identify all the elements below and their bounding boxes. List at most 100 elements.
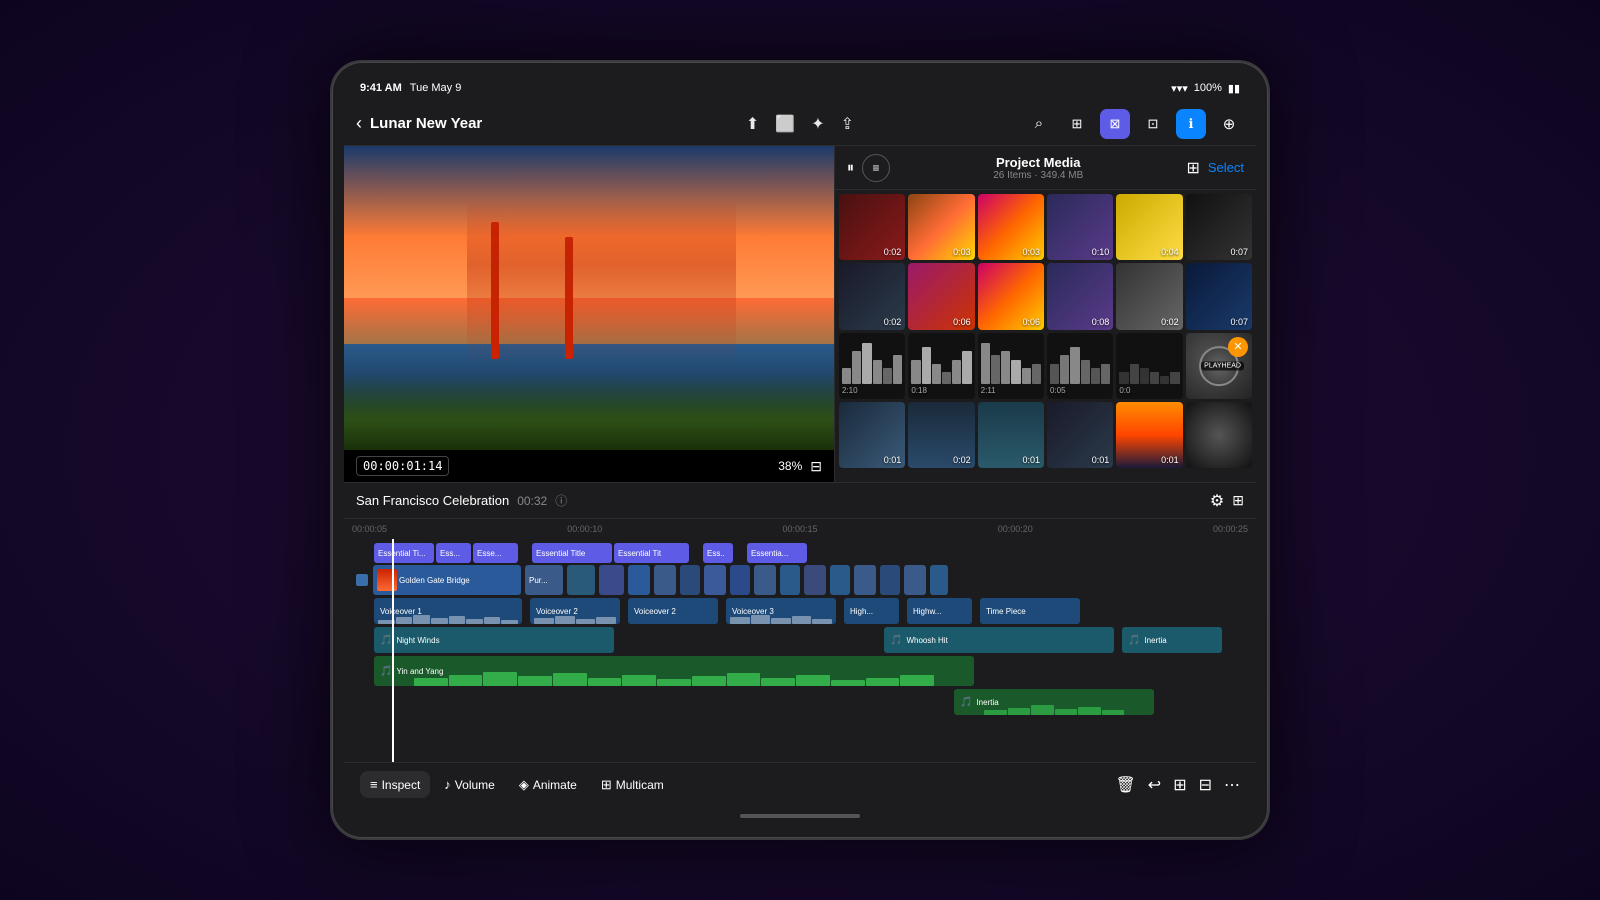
title-clip[interactable]: Essential Ti... (374, 543, 434, 563)
media-select-button[interactable]: Select (1208, 160, 1244, 175)
video-clip[interactable] (730, 565, 750, 595)
video-clip[interactable] (930, 565, 948, 595)
media-thumb[interactable]: 0:06 (978, 263, 1044, 329)
media-thumb[interactable]: 2:11 (978, 333, 1044, 399)
inspect-button[interactable]: ≡ Inspect (360, 771, 430, 798)
timeline-adjust-button[interactable]: ⚙ (1210, 491, 1224, 511)
media-thumb[interactable]: 0:07 (1186, 263, 1252, 329)
remove-track-button[interactable]: ⊟ (1199, 775, 1212, 795)
back-button[interactable]: ‹ (356, 113, 362, 134)
magic-button[interactable]: ✦ (811, 114, 824, 134)
timeline-settings-button[interactable]: ⊞ (1232, 492, 1244, 509)
audio-clip[interactable]: Voiceover 2 (530, 598, 620, 624)
media-thumb[interactable]: 2:10 (839, 333, 905, 399)
media-thumb[interactable]: 0:02 (908, 402, 974, 468)
media-filter-button[interactable]: ≡ (862, 154, 890, 182)
media-thumb[interactable]: 0:02 (839, 194, 905, 260)
audio-clip[interactable]: 🎵 Whoosh Hit (884, 627, 1114, 653)
video-clip[interactable] (880, 565, 900, 595)
inspect-icon: ≡ (370, 777, 378, 792)
ruler-mark: 00:00:15 (782, 524, 817, 534)
video-clip[interactable] (754, 565, 776, 595)
audio-clip[interactable]: 🎵 Inertia (1122, 627, 1222, 653)
video-clip[interactable] (654, 565, 676, 595)
video-clip[interactable] (567, 565, 595, 595)
audio-clip[interactable]: 🎵 Inertia (954, 689, 1154, 715)
more-options-button[interactable]: ⋯ (1224, 775, 1240, 795)
audio-clip[interactable]: Voiceover 3 (726, 598, 836, 624)
media-thumb[interactable]: 0:05 (1047, 333, 1113, 399)
media-thumb[interactable]: 0:03 (908, 194, 974, 260)
audio-clip[interactable]: 🎵 Night Winds (374, 627, 614, 653)
video-clip[interactable]: Pur... (525, 565, 563, 595)
title-clip[interactable]: Essential Title (532, 543, 612, 563)
media-thumb-dial[interactable]: PLAYHEAD ✕ (1186, 333, 1252, 399)
media-thumb[interactable]: 0:10 (1047, 194, 1113, 260)
animate-button[interactable]: ◈ Animate (509, 771, 587, 799)
zoom-icon[interactable]: ⊟ (810, 458, 822, 475)
media-thumb[interactable]: 0:03 (978, 194, 1044, 260)
title-clip[interactable]: Esse... (473, 543, 518, 563)
export-button[interactable]: ⇪ (841, 114, 854, 134)
video-clip[interactable] (704, 565, 726, 595)
audio-clip[interactable]: Time Piece (980, 598, 1080, 624)
media-thumb[interactable]: 0:01 (839, 402, 905, 468)
media-grid-button[interactable]: ⊞ (1186, 158, 1199, 178)
audio-clip[interactable]: Voiceover 1 (374, 598, 522, 624)
layout-button[interactable]: ⊞ (1062, 109, 1092, 139)
media-thumb[interactable]: 0:01 (1116, 402, 1182, 468)
share-button[interactable]: ⬆ (746, 114, 759, 134)
video-clip[interactable] (780, 565, 800, 595)
voiceover-track: Voiceover 1 (352, 598, 1248, 624)
media-browser-button[interactable]: ⊡ (1138, 109, 1168, 139)
trash-button[interactable]: 🗑 (1115, 775, 1135, 795)
volume-button[interactable]: ♪ Volume (434, 771, 505, 798)
media-thumb[interactable]: 0:08 (1047, 263, 1113, 329)
title-clip[interactable]: Ess.. (703, 543, 733, 563)
timeline-info-button[interactable]: ⓘ (555, 492, 567, 509)
status-date: Tue May 9 (410, 82, 462, 94)
search-button[interactable]: ⌕ (1024, 109, 1054, 139)
video-track: Golden Gate Bridge Pur... (352, 565, 1248, 595)
audio-clip[interactable]: Voiceover 2 (628, 598, 718, 624)
media-thumb[interactable]: 0:04 (1116, 194, 1182, 260)
add-track-button[interactable]: ⊞ (1173, 775, 1186, 795)
video-clip[interactable] (628, 565, 650, 595)
audio-clip[interactable]: 🎵 Yin and Yang (374, 656, 974, 686)
battery-icon: ▮▮ (1228, 82, 1240, 95)
media-thumb[interactable]: 0:01 (978, 402, 1044, 468)
audio-clip[interactable]: Highw... (907, 598, 972, 624)
media-thumb[interactable] (1186, 402, 1252, 468)
media-thumb[interactable]: 0:18 (908, 333, 974, 399)
video-preview: 00:00:01:14 38% ⊟ (344, 146, 834, 482)
media-thumb[interactable]: 0:0 (1116, 333, 1182, 399)
media-thumb[interactable]: 0:06 (908, 263, 974, 329)
title-clip[interactable]: Ess... (436, 543, 471, 563)
multicam-button[interactable]: ⊞ Multicam (591, 771, 674, 799)
media-pause-button[interactable]: ⏸ (847, 159, 854, 176)
clip-label: Time Piece (986, 607, 1026, 616)
info-button[interactable]: ℹ (1176, 109, 1206, 139)
photos-button[interactable]: ⊠ (1100, 109, 1130, 139)
video-clip[interactable] (804, 565, 826, 595)
media-thumb[interactable]: 0:02 (839, 263, 905, 329)
timeline-tracks[interactable]: Essential Ti... Ess... Esse... Essential… (344, 539, 1256, 762)
more-button[interactable]: ⊕ (1214, 109, 1244, 139)
dial-close-button[interactable]: ✕ (1228, 337, 1248, 357)
video-clip[interactable] (830, 565, 850, 595)
timeline-area: San Francisco Celebration 00:32 ⓘ ⚙ ⊞ 00… (344, 482, 1256, 762)
media-title: Project Media (993, 155, 1083, 170)
camera-button[interactable]: ⬜ (775, 114, 795, 134)
media-thumb[interactable]: 0:01 (1047, 402, 1113, 468)
video-clip[interactable] (680, 565, 700, 595)
video-clip[interactable] (854, 565, 876, 595)
media-thumb[interactable]: 0:07 (1186, 194, 1252, 260)
undo-button[interactable]: ↩ (1148, 775, 1161, 795)
video-clip[interactable]: Golden Gate Bridge (373, 565, 521, 595)
video-clip[interactable] (904, 565, 926, 595)
title-clip[interactable]: Essential Tit (614, 543, 689, 563)
media-thumb[interactable]: 0:02 (1116, 263, 1182, 329)
video-clip[interactable] (599, 565, 624, 595)
title-clip[interactable]: Essentia... (747, 543, 807, 563)
audio-clip[interactable]: High... (844, 598, 899, 624)
